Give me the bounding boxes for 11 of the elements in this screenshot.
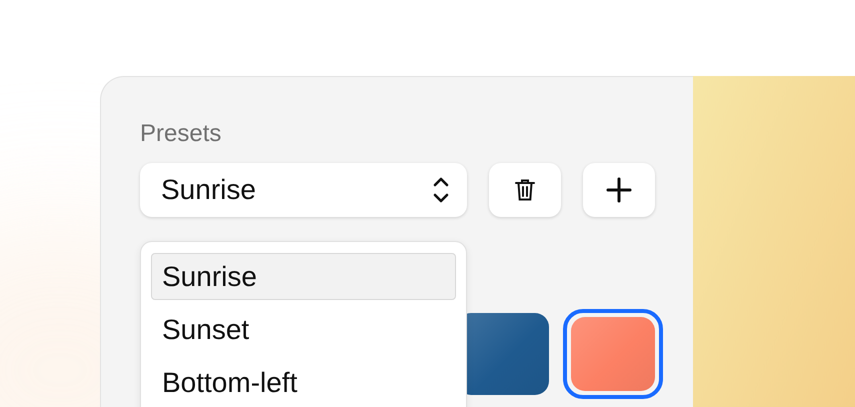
chevron-updown-icon — [433, 175, 449, 205]
menu-item[interactable]: Sunrise — [151, 253, 456, 300]
color-swatch[interactable] — [571, 317, 655, 391]
menu-item[interactable]: Sunset — [151, 306, 456, 353]
menu-item[interactable]: Bottom-left — [151, 359, 456, 406]
presets-label: Presets — [140, 119, 222, 149]
add-button[interactable] — [583, 163, 655, 217]
trash-icon — [514, 178, 536, 202]
delete-button[interactable] — [489, 163, 561, 217]
preset-select[interactable]: Sunrise — [140, 163, 467, 217]
plus-icon — [605, 176, 633, 204]
